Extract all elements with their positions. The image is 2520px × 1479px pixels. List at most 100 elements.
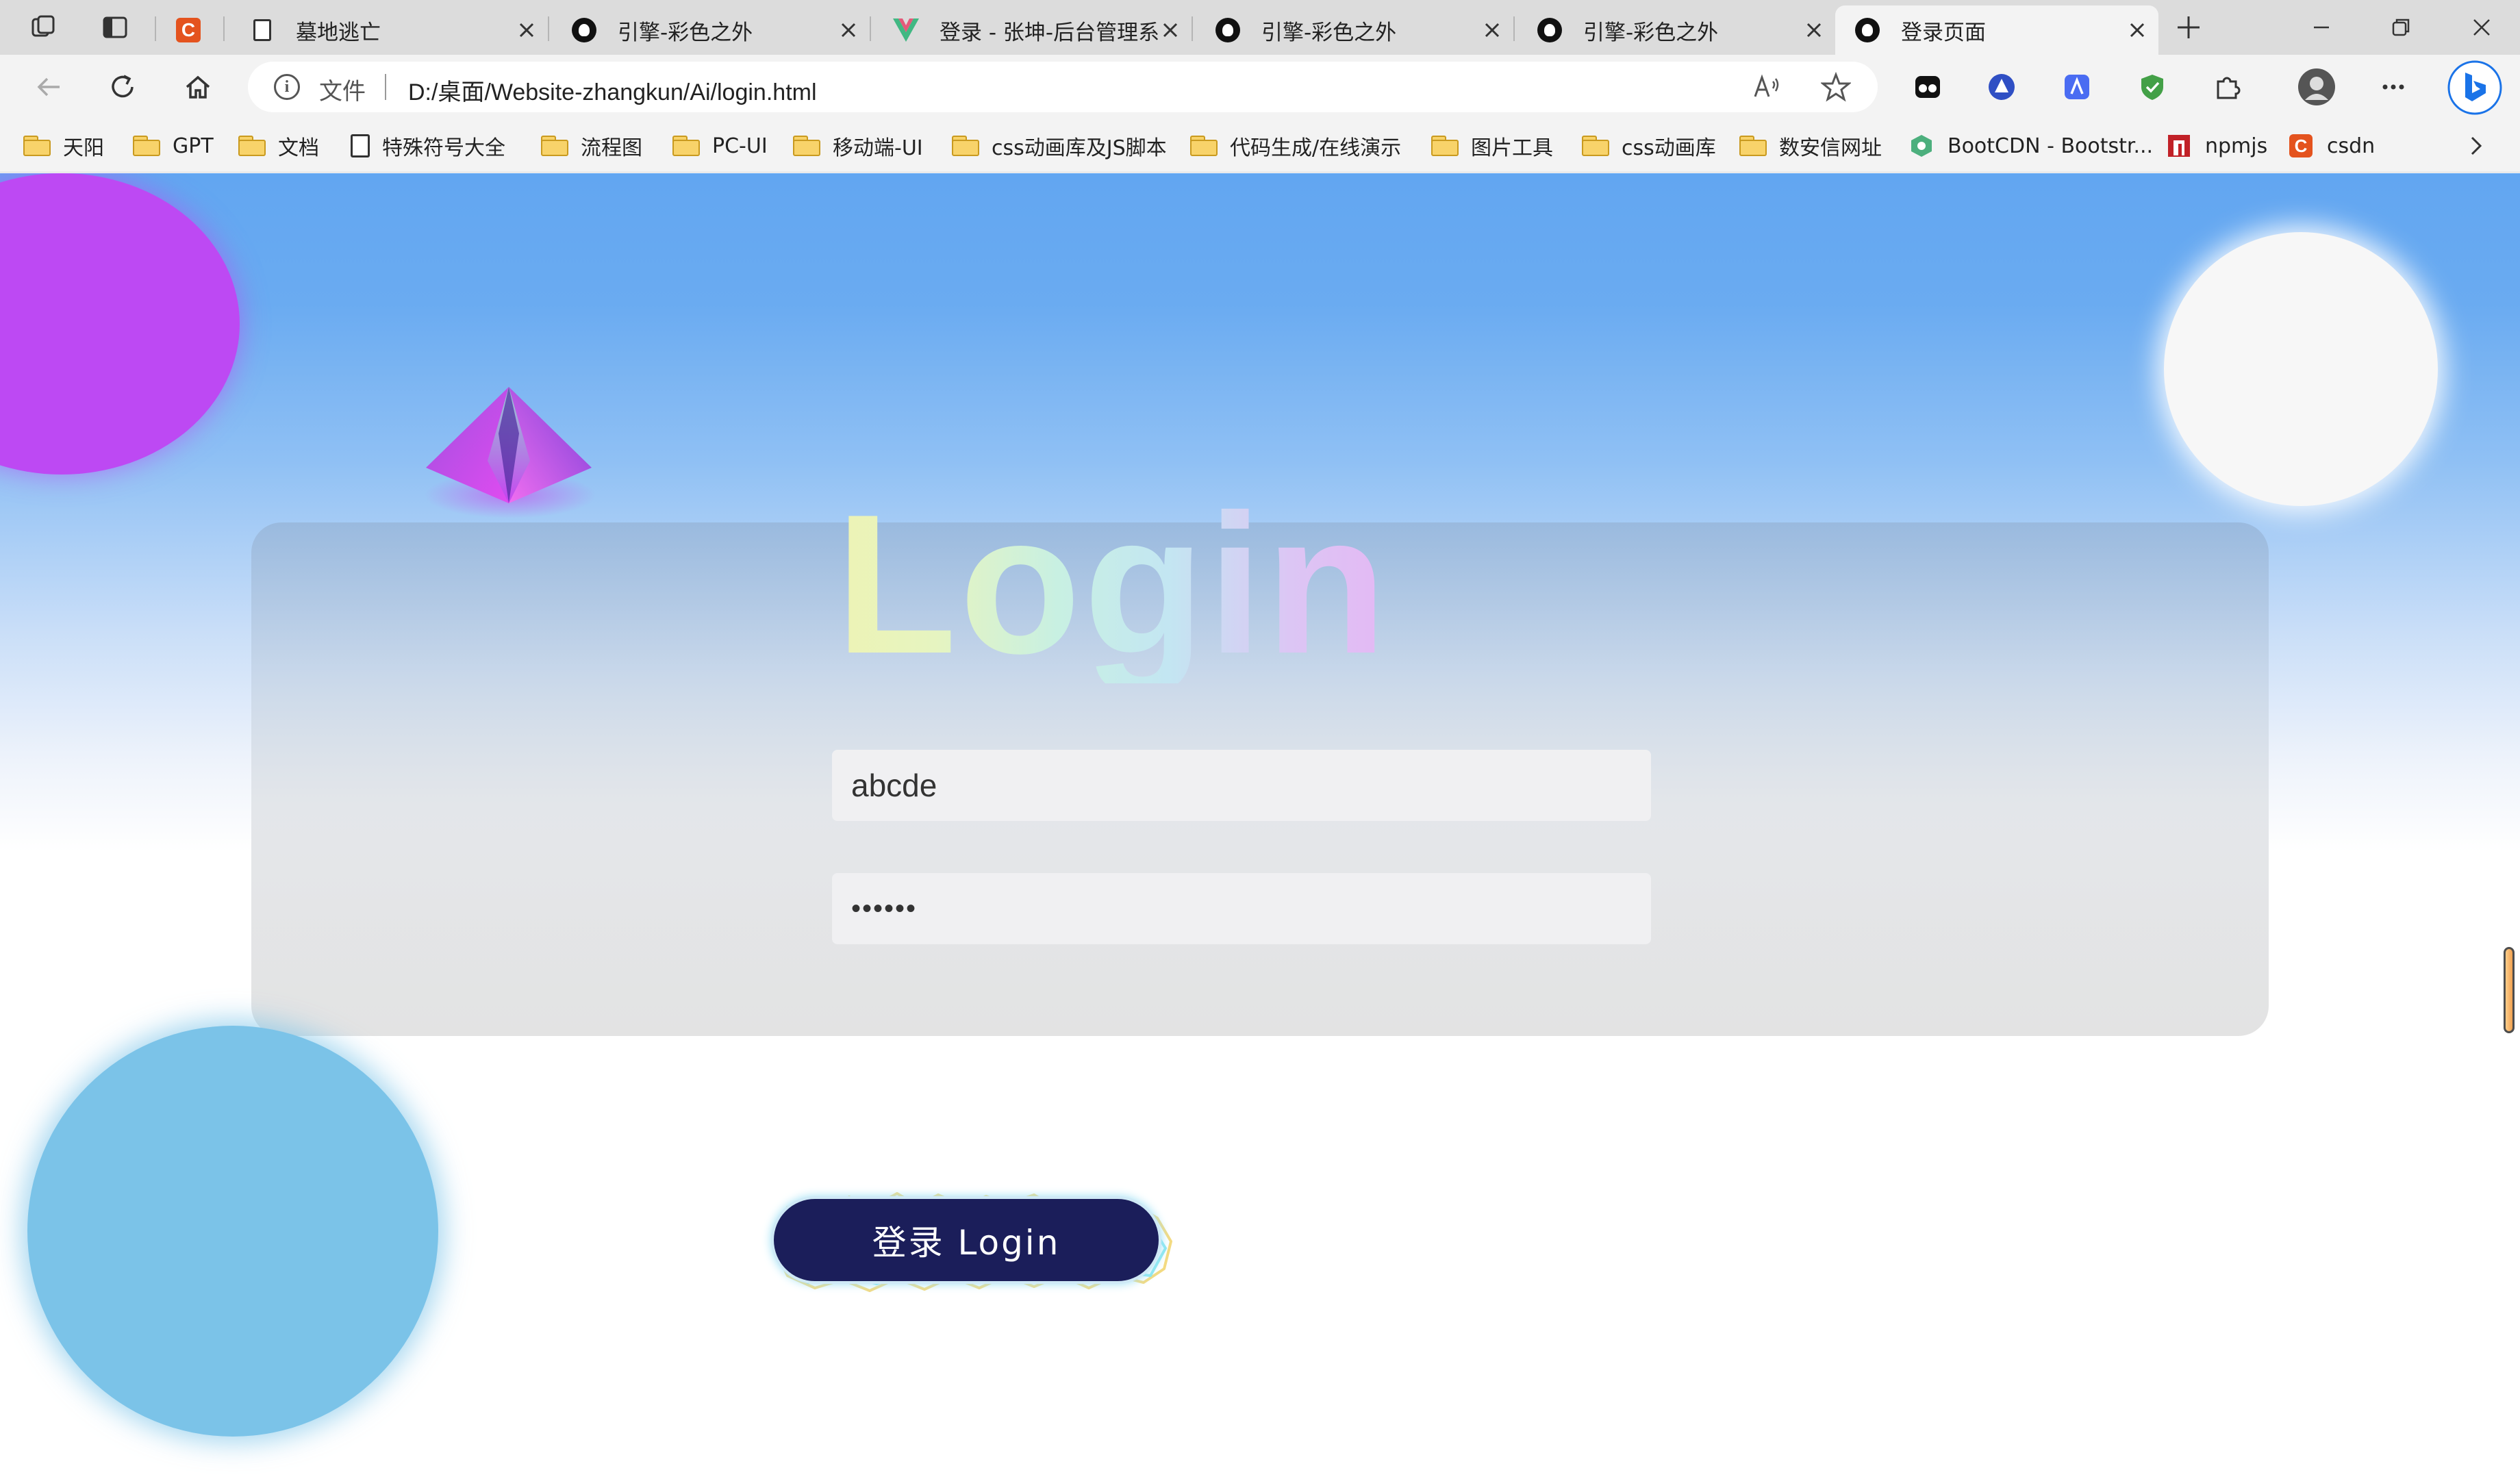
bookmark-tianyang[interactable]: 天阳 (23, 131, 104, 160)
extensions-puzzle-icon[interactable] (2210, 70, 2245, 104)
bookmark-pc-ui[interactable]: PC-UI (672, 131, 768, 160)
bookmark-css-animation-js[interactable]: css动画库及JS脚本 (952, 131, 1167, 160)
tab-title: 登录页面 (1901, 20, 1986, 45)
more-options-icon[interactable] (2376, 70, 2410, 104)
restore-icon[interactable] (2380, 7, 2421, 48)
csdn-icon: C (2289, 134, 2313, 158)
minimize-icon[interactable] (2301, 7, 2342, 48)
tab-separator (870, 16, 871, 41)
bookmark-image-tools[interactable]: 图片工具 (1431, 131, 1553, 160)
folder-icon (1431, 136, 1459, 156)
bookmark-gpt[interactable]: GPT (133, 131, 214, 160)
bookmark-label: 移动端-UI (833, 136, 923, 160)
tab-title: 引擎-彩色之外 (1261, 20, 1397, 45)
github-icon (1537, 17, 1563, 43)
bookmark-css-animation[interactable]: css动画库 (1582, 131, 1716, 160)
bookmark-label: 图片工具 (1471, 136, 1553, 160)
new-tab-icon[interactable] (2168, 7, 2209, 48)
address-url[interactable]: D:/桌面/Website-zhangkun/Ai/login.html (408, 73, 817, 107)
folder-icon (1190, 136, 1218, 156)
bookmark-label: PC-UI (712, 134, 768, 158)
bookmark-label: 数安信网址 (1779, 136, 1882, 160)
github-icon (1854, 17, 1880, 43)
shield-extension-icon[interactable] (2135, 70, 2169, 104)
bootcdn-icon (1909, 134, 1934, 158)
bookmark-label: 特殊符号大全 (382, 136, 505, 160)
bookmark-codegen[interactable]: 代码生成/在线演示 (1190, 131, 1401, 160)
tab-separator (548, 16, 549, 41)
password-input[interactable]: •••••• (832, 873, 1651, 944)
home-icon[interactable] (177, 66, 219, 108)
bookmark-bootcdn[interactable]: BootCDN - Bootstr... (1909, 131, 2153, 160)
folder-icon (1582, 136, 1609, 156)
bookmark-label: BootCDN - Bootstr... (1948, 134, 2154, 158)
tab-2[interactable]: 引擎-彩色之外 (552, 5, 870, 55)
bookmarks-overflow-chevron-icon[interactable] (2465, 131, 2486, 160)
close-icon[interactable] (2126, 18, 2149, 42)
github-icon (1215, 17, 1241, 43)
close-icon[interactable] (837, 18, 860, 42)
bookmark-label: npmjs (2205, 134, 2268, 158)
folder-icon (1739, 136, 1767, 156)
browser-toolbar: i 文件 D:/桌面/Website-zhangkun/Ai/login.htm… (0, 55, 2520, 119)
tab-title: 引擎-彩色之外 (618, 20, 753, 45)
read-aloud-icon[interactable] (1752, 71, 1783, 103)
page-viewport: Login abcde •••••• 登录 Login (0, 173, 2520, 1479)
tab-1[interactable]: 墓地逃亡 (230, 5, 548, 55)
tab-separator (155, 16, 156, 41)
close-icon[interactable] (1159, 18, 1182, 42)
decorative-white-circle (2164, 232, 2438, 506)
tab-strip: C 墓地逃亡 引擎-彩色之外 登录 - 张坤-后台管理系 引擎-彩色之外 引擎-… (0, 0, 2520, 55)
bookmark-label: css动画库 (1622, 136, 1716, 160)
folder-icon (133, 136, 160, 156)
bookmark-npmjs[interactable]: npmjs (2167, 131, 2267, 160)
page-title: Login (835, 473, 1390, 695)
triangle-extension-icon[interactable] (1985, 70, 2019, 104)
folder-icon (672, 136, 700, 156)
tab-4[interactable]: 引擎-彩色之外 (1196, 5, 1513, 55)
scrollbar-handle[interactable] (2504, 947, 2515, 1033)
npm-icon (2167, 134, 2191, 158)
login-button[interactable]: 登录 Login (774, 1199, 1159, 1281)
close-window-icon[interactable] (2461, 7, 2502, 48)
translate-extension-icon[interactable] (2060, 70, 2094, 104)
bookmark-mobile-ui[interactable]: 移动端-UI (793, 131, 923, 160)
vue-icon (893, 17, 919, 43)
folder-icon (793, 136, 820, 156)
bookmark-csdn[interactable]: C csdn (2289, 131, 2375, 160)
bookmark-docs[interactable]: 文档 (238, 131, 319, 160)
bing-copilot-icon[interactable] (2447, 60, 2502, 115)
close-icon[interactable] (1480, 18, 1504, 42)
page-icon (351, 134, 370, 157)
profile-avatar[interactable] (2297, 67, 2336, 107)
csdn-favicon: C (175, 17, 201, 43)
info-icon[interactable]: i (274, 74, 300, 100)
bookmark-special-symbols[interactable]: 特殊符号大全 (351, 131, 505, 160)
ublock-extension-icon[interactable] (1911, 70, 1945, 104)
tab-active[interactable]: 登录页面 (1835, 5, 2158, 55)
username-input[interactable]: abcde (832, 750, 1651, 821)
tab-separator (1192, 16, 1193, 41)
decorative-blue-circle (27, 1026, 438, 1437)
bookmark-label: csdn (2327, 134, 2376, 158)
close-icon[interactable] (515, 18, 538, 42)
folder-icon (541, 136, 568, 156)
workspaces-icon[interactable] (23, 7, 64, 48)
folder-icon (952, 136, 979, 156)
bookmark-flowchart[interactable]: 流程图 (541, 131, 642, 160)
tab-3[interactable]: 登录 - 张坤-后台管理系 (874, 5, 1192, 55)
tab-csdn[interactable]: C (162, 5, 210, 55)
refresh-icon[interactable] (101, 66, 144, 108)
bookmark-label: 天阳 (63, 136, 104, 160)
tab-5[interactable]: 引擎-彩色之外 (1517, 5, 1835, 55)
vertical-tabs-icon[interactable] (94, 7, 136, 48)
bookmark-shuanxin[interactable]: 数安信网址 (1739, 131, 1882, 160)
decorative-purple-circle (0, 173, 240, 475)
favorite-star-icon[interactable] (1820, 71, 1852, 103)
close-icon[interactable] (1802, 18, 1826, 42)
back-icon[interactable] (27, 66, 70, 108)
bookmark-label: 代码生成/在线演示 (1230, 136, 1402, 160)
address-bar[interactable]: i 文件 D:/桌面/Website-zhangkun/Ai/login.htm… (248, 62, 1878, 112)
page-icon (249, 17, 275, 43)
bookmark-label: 流程图 (581, 136, 642, 160)
